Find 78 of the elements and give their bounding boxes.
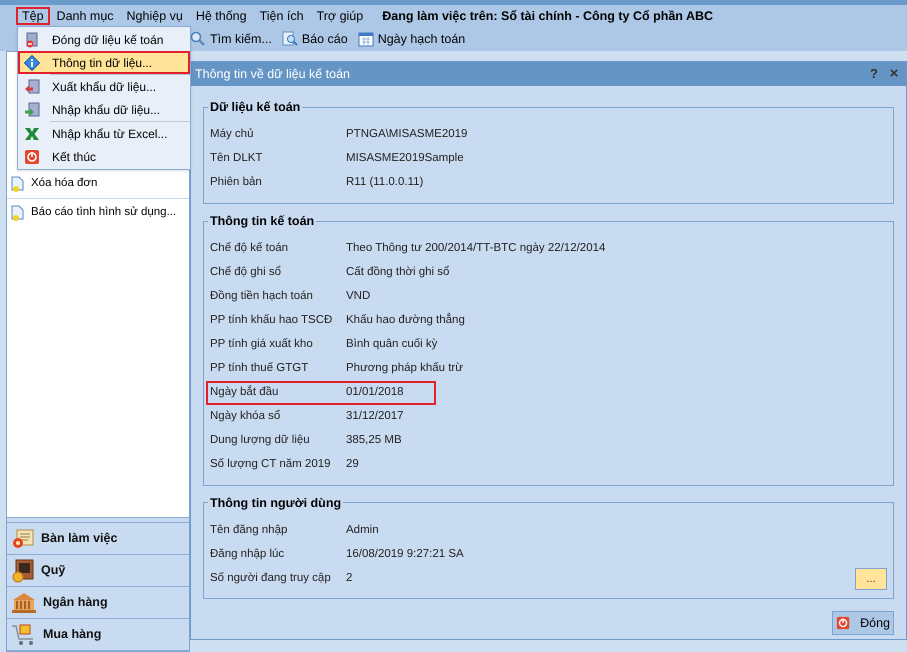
splitter-handle[interactable]: [7, 517, 189, 523]
group-title: Dữ liệu kế toán: [209, 99, 302, 116]
bank-building-icon: [11, 592, 37, 614]
field-label: PP tính giá xuất kho: [210, 336, 314, 352]
field-label: PP tính khấu hao TSCĐ: [210, 312, 334, 328]
field-label: Chế độ ghi sổ: [210, 264, 282, 280]
field-value: R11 (11.0.0.11): [346, 175, 424, 190]
desk-gear-icon: [11, 528, 35, 550]
menu-entry[interactable]: Kết thúc: [18, 145, 190, 168]
menu-entry[interactable]: Xuất khẩu dữ liệu...: [18, 75, 190, 98]
export-arrow-icon: [24, 78, 40, 94]
spreadsheet-x-icon: [24, 126, 40, 142]
import-arrow-icon: [24, 102, 40, 118]
menu-item[interactable]: Hệ thống: [190, 7, 253, 25]
field-value: Theo Thông tư 200/2014/TT-BTC ngày 22/12/2014: [346, 240, 606, 256]
field-label: PP tính thuế GTGT: [210, 360, 310, 376]
help-button[interactable]: ?: [866, 64, 882, 84]
field-value: Bình quân cuối kỳ: [346, 336, 438, 352]
field-value: Cất đồng thời ghi sổ: [346, 264, 450, 280]
toolbar-button[interactable]: Báo cáo: [282, 29, 348, 49]
field-value: MISASME2019Sample: [346, 151, 464, 166]
field-value: 2: [346, 570, 352, 586]
field-label: Tên DLKT: [210, 151, 264, 166]
field-value: PTNGA\MISASME2019: [346, 127, 468, 142]
menu-entry[interactable]: Nhập khẩu dữ liệu...: [18, 98, 190, 121]
field-label: Ngày bắt đầu: [210, 384, 280, 400]
field-label: Chế độ kế toán: [210, 240, 290, 256]
field-label: Đồng tiền hạch toán: [210, 288, 314, 304]
search-icon: [190, 31, 206, 47]
field-value: Admin: [346, 522, 379, 538]
toolbar-button[interactable]: Tìm kiếm...: [190, 29, 272, 49]
menu-item[interactable]: Tiện ích: [254, 7, 310, 25]
field-label: Máy chủ: [210, 127, 254, 142]
document-icon: [11, 176, 25, 192]
nav-button[interactable]: Ngân hàng: [7, 587, 189, 619]
field-value: Khấu hao đường thẳng: [346, 312, 465, 328]
menu-entry[interactable]: Đóng dữ liệu kế toán: [18, 28, 190, 51]
more-button[interactable]: ...: [855, 568, 887, 590]
close-dialog-button[interactable]: Đóng: [832, 611, 894, 636]
document-icon: [11, 204, 25, 220]
sidebar-item[interactable]: Xóa hóa đơn: [31, 175, 98, 193]
group-title: Thông tin người dùng: [209, 494, 342, 512]
database-remove-icon: [24, 32, 40, 48]
field-label: Số lượng CT năm 2019: [210, 456, 332, 472]
menu-item[interactable]: Danh mục: [50, 7, 120, 25]
nav-button[interactable]: Quỹ: [7, 555, 189, 587]
field-value: Phương pháp khấu trừ: [346, 360, 463, 376]
menu-item[interactable]: Tệp: [16, 7, 50, 25]
field-value: 29: [346, 456, 359, 472]
field-label: Số người đang truy cập: [210, 570, 332, 586]
field-label: Phiên bản: [210, 175, 263, 190]
close-button[interactable]: ×: [886, 62, 902, 86]
safe-moneybag-icon: [11, 558, 35, 582]
field-label: Ngày khóa sổ: [210, 408, 282, 424]
power-icon: [836, 615, 850, 632]
menu-item[interactable]: Nghiệp vụ: [120, 7, 189, 25]
working-database-label: Đang làm việc trên: Sổ tài chính - Công ty Cổ phần ABC: [382, 8, 714, 25]
field-label: Đăng nhập lúc: [210, 546, 286, 562]
field-value: 31/12/2017: [346, 408, 404, 424]
info-icon: [24, 54, 40, 70]
nav-button[interactable]: Mua hàng: [7, 619, 189, 651]
group-title: Thông tin kế toán: [209, 212, 316, 230]
field-label: Dung lượng dữ liệu: [210, 432, 311, 448]
power-icon: [24, 148, 40, 164]
menu-entry[interactable]: Thông tin dữ liệu...: [18, 51, 190, 74]
menu-item[interactable]: Trợ giúp: [310, 7, 370, 25]
report-magnifier-icon: [282, 31, 298, 47]
toolbar-button[interactable]: Ngày hạch toán: [358, 29, 466, 49]
field-value: VND: [346, 288, 370, 304]
menu-entry[interactable]: Nhập khẩu từ Excel...: [18, 122, 190, 145]
field-value: 01/01/2018: [346, 384, 404, 400]
field-value: 16/08/2019 9:27:21 SA: [346, 546, 464, 562]
nav-button[interactable]: Bàn làm việc: [7, 523, 189, 555]
calendar-icon: [358, 31, 374, 47]
dialog-title: Thông tin về dữ liệu kế toán: [195, 66, 351, 83]
sidebar-item[interactable]: Báo cáo tình hình sử dụng...: [31, 204, 176, 222]
field-label: Tên đăng nhập: [210, 522, 288, 538]
field-value: 385,25 MB: [346, 432, 402, 448]
